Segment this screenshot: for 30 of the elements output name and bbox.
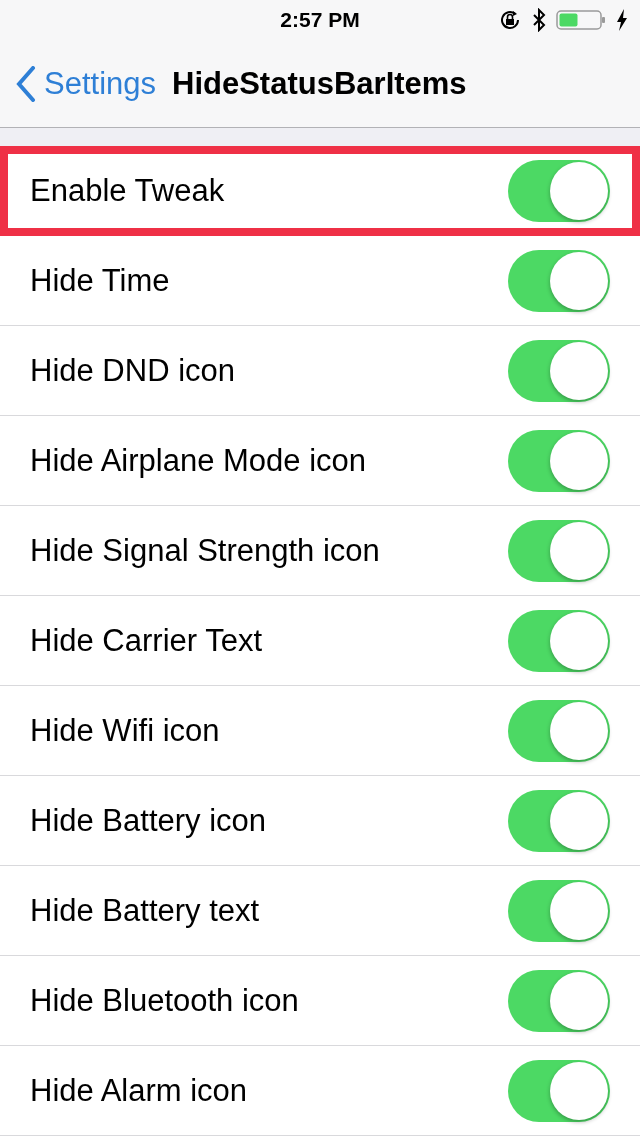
setting-label: Hide Wifi icon [30, 712, 220, 749]
setting-label: Hide Battery text [30, 892, 260, 929]
setting-label: Enable Tweak [30, 173, 225, 209]
toggle-switch[interactable] [508, 249, 610, 312]
toggle-switch[interactable] [508, 699, 610, 762]
rotation-lock-icon [498, 8, 522, 32]
setting-label: Hide DND icon [30, 352, 235, 389]
charging-icon [616, 9, 628, 31]
setting-label: Hide Battery icon [30, 802, 267, 839]
setting-label: Hide Signal Strength icon [30, 532, 380, 569]
back-button[interactable]: Settings [16, 65, 156, 102]
setting-label: Hide Alarm icon [30, 1072, 248, 1109]
toggle-switch[interactable] [508, 160, 610, 222]
status-time: 2:57 PM [280, 8, 360, 32]
bluetooth-icon [532, 8, 546, 32]
toggle-switch[interactable] [508, 879, 610, 942]
page-title: HideStatusBarItems [172, 65, 467, 102]
toggle-switch[interactable] [508, 789, 610, 852]
toggle-switch[interactable] [508, 969, 610, 1032]
toggle-switch[interactable] [508, 609, 610, 672]
toggle-switch[interactable] [508, 429, 610, 492]
toggle-switch[interactable] [508, 1059, 610, 1122]
battery-icon [556, 8, 606, 32]
back-chevron-icon [16, 65, 36, 102]
setting-label: Hide Airplane Mode icon [30, 442, 367, 479]
setting-label: Hide Bluetooth icon [30, 982, 299, 1019]
setting-label: Hide Time [30, 262, 170, 299]
toggle-switch[interactable] [508, 519, 610, 582]
setting-label: Hide Carrier Text [30, 622, 262, 659]
toggle-switch[interactable] [508, 339, 610, 402]
